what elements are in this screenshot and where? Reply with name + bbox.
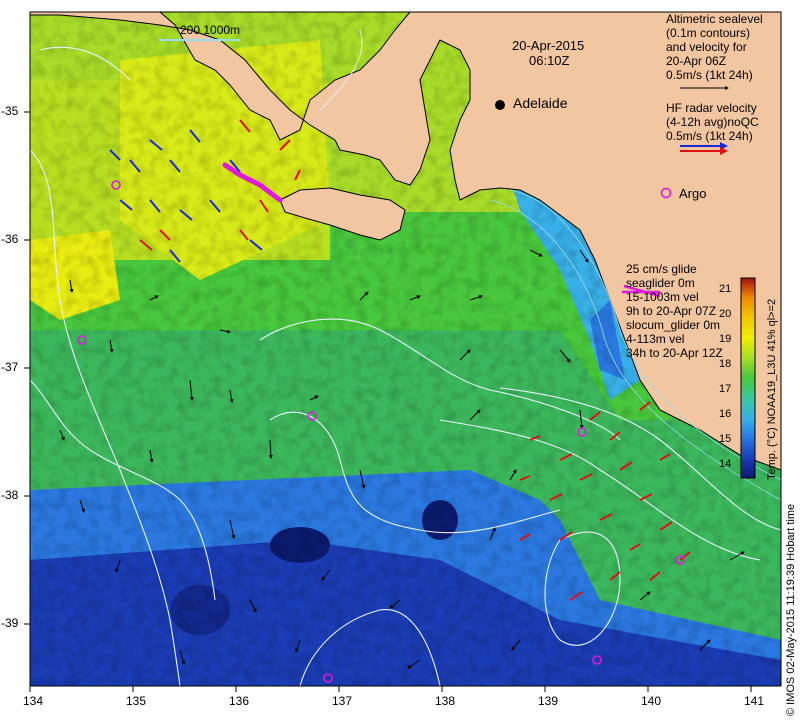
city-label: Adelaide [513, 95, 568, 111]
legend-hf-line: HF radar velocity [666, 101, 757, 115]
legend-glider-line: slocum_glider 0m [626, 318, 721, 332]
colorbar-tick: 20 [719, 308, 732, 320]
colorbar-tick: 16 [719, 408, 732, 420]
y-tick-label: -35 [1, 104, 19, 118]
map-date: 20-Apr-2015 [512, 38, 585, 53]
argo-label: Argo [679, 186, 707, 201]
colorbar [740, 277, 756, 479]
adelaide-marker [495, 100, 505, 110]
x-tick-label: 136 [229, 694, 250, 708]
legend-glider-line: 25 cm/s glide [626, 262, 697, 276]
scale-label: 200 1000m [180, 23, 241, 37]
x-tick-label: 134 [23, 694, 44, 708]
colorbar-title: Temp. (°C) NOAA19_L3U 41% ql>=2 [766, 298, 778, 480]
x-tick-label: 135 [126, 694, 147, 708]
legend-glider-line: 34h to 20-Apr 12Z [626, 346, 723, 360]
colorbar-tick: 19 [719, 333, 732, 345]
legend-glider-line: seaglider 0m [626, 276, 695, 290]
legend-glider-line: 4-113m vel [626, 332, 685, 346]
legend-hf-line: 0.5m/s (1kt 24h) [666, 129, 753, 143]
credits: © IMOS 02-May-2015 11:19:39 Hobart time [785, 503, 797, 716]
legend-glider-line: 9h to 20-Apr 07Z [626, 304, 717, 318]
x-tick-label: 140 [641, 694, 662, 708]
y-tick-label: -38 [1, 488, 19, 502]
legend-sealevel-line: 20-Apr 06Z [666, 54, 727, 68]
colorbar-tick: 21 [719, 283, 732, 295]
legend-sealevel-line: 0.5m/s (1kt 24h) [666, 68, 753, 82]
y-tick-label: -37 [1, 360, 19, 374]
legend-glider-line: 15-1003m vel [626, 290, 699, 304]
map-time: 06:10Z [529, 53, 570, 68]
y-tick-label: -36 [1, 232, 19, 246]
colorbar-tick: 18 [719, 358, 732, 370]
legend-sealevel-line: Altimetric sealevel [666, 12, 763, 26]
x-tick-label: 137 [332, 694, 353, 708]
x-tick-label: 138 [435, 694, 456, 708]
colorbar-tick: 15 [719, 433, 732, 445]
x-tick-label: 141 [744, 694, 765, 708]
legend-sealevel-line: (0.1m contours) [666, 26, 751, 40]
colorbar-tick: 17 [719, 383, 732, 395]
colorbar-tick: 14 [719, 458, 732, 470]
legend-sealevel-line: and velocity for [666, 40, 747, 54]
x-tick-label: 139 [538, 694, 559, 708]
y-tick-label: -39 [1, 616, 19, 630]
legend-hf-line: (4-12h avg)noQC [666, 115, 759, 129]
